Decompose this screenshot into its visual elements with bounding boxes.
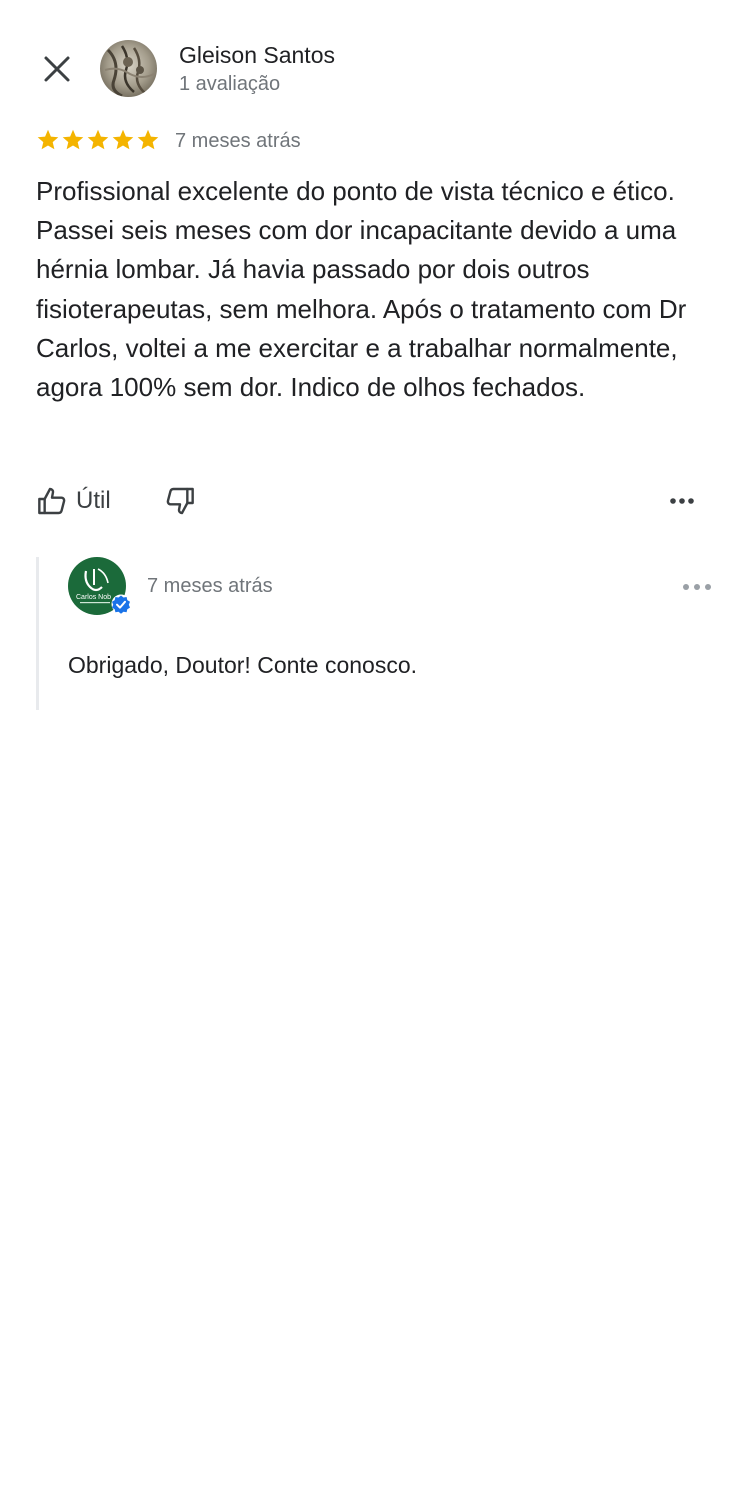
star-icon	[137, 129, 159, 150]
thumbs-down-icon	[166, 487, 194, 515]
owner-reply: Carlos Nob 7 meses atrás Obrigado, Douto…	[36, 557, 729, 710]
more-horizontal-icon	[670, 498, 694, 504]
reply-text: Obrigado, Doutor! Conte conosco.	[68, 652, 418, 678]
star-icon	[62, 129, 84, 150]
svg-text:Carlos Nob: Carlos Nob	[76, 594, 111, 601]
thumbs-up-icon	[38, 487, 66, 515]
review-text: Profissional excelente do ponto de vista…	[36, 176, 687, 403]
star-rating	[36, 128, 160, 152]
reviewer-review-count: 1 avaliação	[179, 73, 281, 95]
star-icon	[37, 129, 59, 150]
close-icon	[44, 56, 70, 82]
review-date: 7 meses atrás	[175, 130, 301, 152]
star-icon	[87, 129, 109, 150]
reply-date: 7 meses atrás	[147, 575, 273, 597]
close-button[interactable]	[36, 48, 78, 90]
unhelpful-button[interactable]	[160, 481, 200, 521]
more-horizontal-icon	[683, 584, 711, 590]
star-icon	[112, 129, 134, 150]
reviewer-avatar[interactable]	[100, 40, 157, 97]
owner-logo: Carlos Nob	[68, 557, 131, 615]
helpful-button[interactable]: Útil	[36, 481, 111, 521]
reviewer-name[interactable]: Gleison Santos	[179, 42, 335, 69]
helpful-label: Útil	[76, 487, 111, 514]
owner-avatar[interactable]: Carlos Nob	[68, 557, 131, 615]
reply-more-options-button[interactable]	[675, 569, 719, 605]
review-more-options-button[interactable]	[660, 481, 704, 521]
reviewer-photo	[100, 40, 157, 97]
